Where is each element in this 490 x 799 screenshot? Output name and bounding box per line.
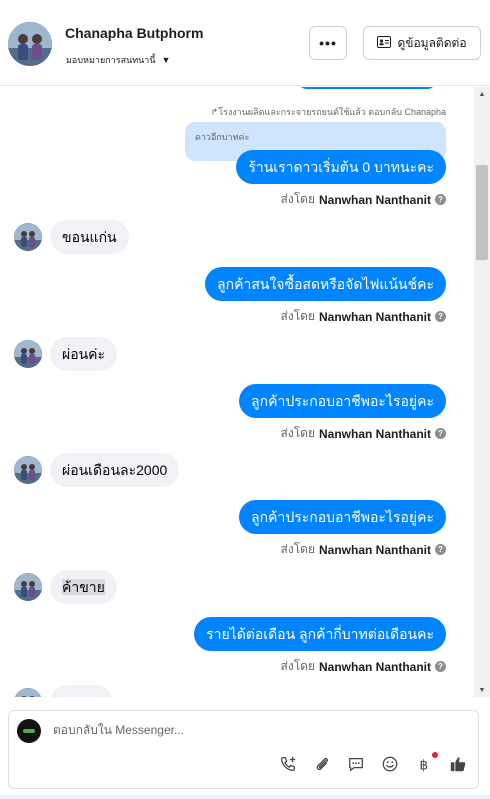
sent-by-label: ส่งโดย Nanwhan Nanthanit? xyxy=(281,657,446,676)
conversation-header: Chanapha Butphorm มอบหมายการสนทนานี้ ▼ •… xyxy=(0,0,490,86)
contact-avatar-small xyxy=(14,223,42,251)
message-bubble-outgoing[interactable]: ร้านเราดาวเริ่มต้น 0 บาทนะคะ xyxy=(236,150,446,184)
info-icon[interactable]: ? xyxy=(435,661,446,672)
assign-label: มอบหมายการสนทนานี้ xyxy=(66,55,156,65)
reply-input[interactable] xyxy=(53,723,433,737)
contact-avatar-small xyxy=(14,456,42,484)
message-row-outgoing: ลูกค้าสนใจซื้อสดหรือจัดไฟแน้นช์คะ xyxy=(205,267,446,301)
message-bubble-outgoing[interactable]: ลูกค้าประกอบอาชีพอะไรอยู่คะ xyxy=(239,500,446,534)
caret-down-icon: ▼ xyxy=(161,55,171,65)
message-row-outgoing: ร้านเราดาวเริ่มต้น 0 บาทนะคะ xyxy=(236,150,446,184)
message-row-incoming: 15000 xyxy=(14,685,113,697)
page-avatar xyxy=(17,719,41,743)
sent-by-label: ส่งโดย Nanwhan Nanthanit? xyxy=(281,540,446,559)
inbox-conversation-panel: Chanapha Butphorm มอบหมายการสนทนานี้ ▼ •… xyxy=(0,0,490,799)
like-icon[interactable] xyxy=(448,754,468,774)
info-icon[interactable]: ? xyxy=(435,194,446,205)
message-bubble-incoming[interactable]: 15000 xyxy=(50,685,113,697)
svg-text:฿: ฿ xyxy=(420,757,429,773)
notification-dot xyxy=(432,752,438,758)
sent-by-label: ส่งโดย Nanwhan Nanthanit? xyxy=(281,424,446,443)
message-bubble-outgoing-partial xyxy=(297,87,437,89)
assign-conversation-dropdown[interactable]: มอบหมายการสนทนานี้ ▼ xyxy=(66,53,170,67)
contact-avatar-small xyxy=(14,340,42,368)
more-options-button[interactable]: ••• xyxy=(309,26,347,60)
scrollbar-thumb[interactable] xyxy=(476,165,488,260)
message-row-incoming: ค้าขาย xyxy=(14,570,117,604)
message-bubble-outgoing[interactable]: รายได้ต่อเดือน ลูกค้ากี่บาทต่อเดือนคะ xyxy=(194,617,446,651)
contact-name[interactable]: Chanapha Butphorm xyxy=(65,25,203,41)
message-bubble-incoming[interactable]: ผ่อนค่ะ xyxy=(50,337,118,371)
attachment-icon[interactable] xyxy=(312,754,332,774)
more-icon: ••• xyxy=(319,35,337,51)
sent-by-label: ส่งโดย Nanwhan Nanthanit? xyxy=(281,307,446,326)
contact-avatar[interactable] xyxy=(8,22,52,66)
contact-avatar-small xyxy=(14,688,42,697)
message-bubble-incoming[interactable]: ค้าขาย xyxy=(50,570,117,604)
message-row-outgoing: ลูกค้าประกอบอาชีพอะไรอยู่คะ xyxy=(239,500,446,534)
view-contact-label: ดูข้อมูลติดต่อ xyxy=(397,35,467,50)
message-row-incoming: ผ่อนเดือนละ2000 xyxy=(14,453,180,487)
scroll-up-arrow-icon[interactable]: ▲ xyxy=(477,91,487,98)
reply-composer: ฿ xyxy=(8,710,479,789)
view-contact-button[interactable]: ดูข้อมูลติดต่อ xyxy=(363,26,481,60)
message-row-incoming: ผ่อนค่ะ xyxy=(14,337,118,371)
message-bubble-outgoing[interactable]: ลูกค้าสนใจซื้อสดหรือจัดไฟแน้นช์คะ xyxy=(205,267,446,301)
payment-icon[interactable]: ฿ xyxy=(414,752,438,774)
reply-context-label: ↱โรงงานผลิตและกระจายรถยนต์ใช้แล้ว ตอบกลั… xyxy=(210,107,446,117)
message-list[interactable]: ↱โรงงานผลิตและกระจายรถยนต์ใช้แล้ว ตอบกลั… xyxy=(0,87,474,697)
message-bubble-incoming[interactable]: ผ่อนเดือนละ2000 xyxy=(50,453,180,487)
message-bubble-outgoing[interactable]: ลูกค้าประกอบอาชีพอะไรอยู่คะ xyxy=(239,384,446,418)
composer-toolbar: ฿ xyxy=(278,752,468,774)
info-icon[interactable]: ? xyxy=(435,428,446,439)
sent-by-label: ส่งโดย Nanwhan Nanthanit? xyxy=(281,190,446,209)
message-list-scrollbar[interactable]: ▲ ▼ xyxy=(474,87,490,697)
bottom-edge xyxy=(0,795,490,799)
scroll-down-arrow-icon[interactable]: ▼ xyxy=(477,687,487,694)
info-icon[interactable]: ? xyxy=(435,311,446,322)
contact-card-icon xyxy=(377,35,392,51)
info-icon[interactable]: ? xyxy=(435,544,446,555)
message-bubble-incoming[interactable]: ขอนแก่น xyxy=(50,220,129,254)
call-add-icon[interactable] xyxy=(278,754,298,774)
message-row-outgoing: ลูกค้าประกอบอาชีพอะไรอยู่คะ xyxy=(239,384,446,418)
message-row-outgoing: รายได้ต่อเดือน ลูกค้ากี่บาทต่อเดือนคะ xyxy=(194,617,446,651)
message-row-incoming: ขอนแก่น xyxy=(14,220,129,254)
emoji-icon[interactable] xyxy=(380,754,400,774)
contact-avatar-small xyxy=(14,573,42,601)
saved-reply-icon[interactable] xyxy=(346,754,366,774)
